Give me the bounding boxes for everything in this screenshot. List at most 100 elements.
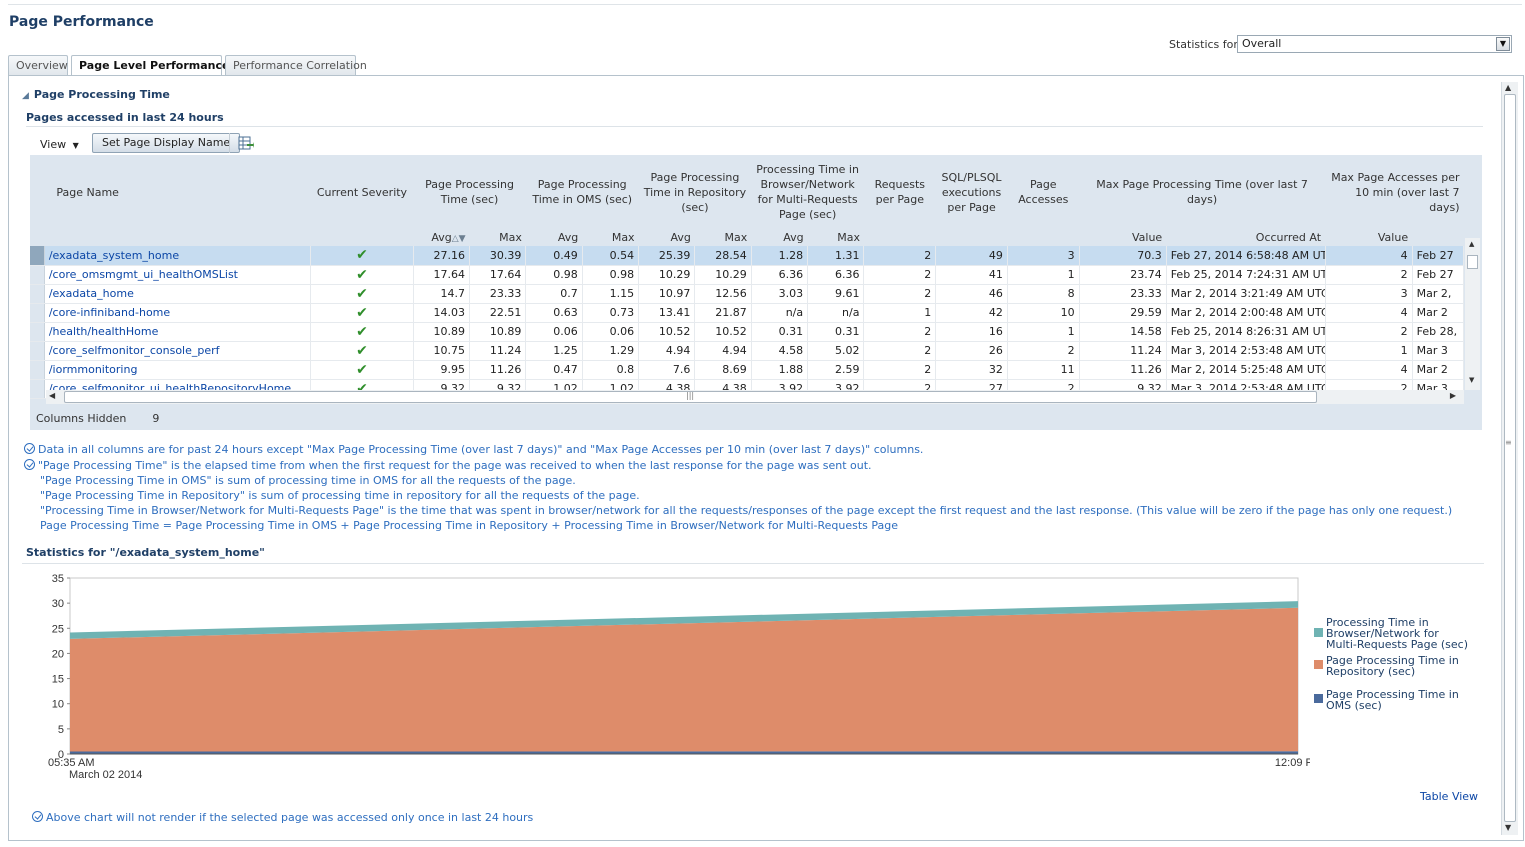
chevron-down-icon[interactable]: ▼ (1496, 37, 1510, 51)
cell-max-ppt-occurred: Feb 27, 2014 6:58:48 AM UTC (1166, 246, 1326, 266)
subheader-avg-sorted[interactable]: Avg△▼ (413, 228, 470, 246)
cell-max-ppt-occurred: Mar 2, 2014 2:00:48 AM UTC (1166, 303, 1326, 323)
y-tick-label: 35 (52, 573, 64, 585)
subheader-avg[interactable]: Avg (638, 228, 695, 246)
cell-page-name[interactable]: /exadata_home (44, 284, 312, 304)
cell-severity: ✔ (310, 322, 414, 342)
subheader-avg[interactable]: Avg (525, 228, 583, 246)
cell-page-name[interactable]: /core_selfmonitor_console_perf (44, 341, 312, 361)
cell-ppt-max: 23.33 (469, 284, 527, 304)
subheader-empty (863, 228, 936, 246)
cell-browser-max: 1.31 (807, 246, 865, 266)
row-selector[interactable] (30, 322, 45, 342)
row-selector[interactable] (30, 265, 45, 285)
cell-repo-avg: 10.97 (638, 284, 696, 304)
cell-accesses: 1 (1007, 322, 1080, 342)
scroll-up-icon[interactable]: ▲ (1505, 83, 1511, 92)
cell-page-name[interactable]: /iormmonitoring (44, 360, 312, 380)
cell-page-name[interactable]: /core-infiniband-home (44, 303, 312, 323)
cell-max-acc-occurred: Mar 2 (1412, 360, 1465, 380)
col-current-severity[interactable]: Current Severity (310, 156, 414, 228)
scroll-up-icon[interactable]: ▲ (1469, 240, 1474, 248)
cell-browser-max: n/a (807, 303, 865, 323)
statistics-for-select[interactable]: Overall ▼ (1237, 35, 1512, 53)
col-browser-network-time[interactable]: Processing Time in Browser/Network for M… (751, 156, 864, 228)
col-page-name[interactable]: Page Name (44, 156, 311, 228)
col-page-accesses[interactable]: Page Accesses (1007, 156, 1080, 228)
tab-overview[interactable]: Overview (8, 55, 68, 75)
scroll-down-icon[interactable]: ▼ (1469, 376, 1474, 384)
statistics-for-value: Overall (1242, 37, 1282, 50)
subheader-max[interactable]: Max (469, 228, 526, 246)
table-body: /exadata_system_home ✔ 27.16 30.39 0.49 0.54 2… (30, 246, 1465, 399)
cell-sql: 46 (935, 284, 1008, 304)
scroll-thumb[interactable] (1504, 94, 1516, 822)
row-selector[interactable] (30, 246, 45, 266)
status-ok-check-icon: ✔ (356, 323, 368, 340)
cell-browser-avg: 3.03 (751, 284, 809, 304)
col-page-processing-time[interactable]: Page Processing Time (sec) (413, 156, 526, 228)
table-vertical-scrollbar[interactable]: ▲ ▼ (1465, 238, 1480, 390)
table-horizontal-scrollbar[interactable]: ◀ ||| ▶ (46, 390, 1464, 404)
cell-ppt-avg: 17.64 (413, 265, 471, 285)
subheader-value[interactable]: Value (1325, 228, 1413, 246)
scroll-down-icon[interactable]: ▼ (1505, 823, 1511, 832)
row-selector[interactable] (30, 379, 45, 399)
table-row[interactable]: /core_omsmgmt_ui_healthOMSList ✔ 17.64 17.6… (30, 265, 1465, 285)
subheader-avg[interactable]: Avg (751, 228, 808, 246)
collapse-triangle-icon[interactable]: ◢ (22, 91, 29, 101)
cell-page-name[interactable]: /core_omsmgmt_ui_healthOMSList (44, 265, 312, 285)
scroll-left-icon[interactable]: ◀ (49, 391, 55, 400)
cell-max-acc-occurred: Mar 2 (1412, 303, 1465, 323)
subheader-max[interactable]: Max (807, 228, 864, 246)
col-ppt-in-oms[interactable]: Page Processing Time in OMS (sec) (525, 156, 639, 228)
subheader-max[interactable]: Max (694, 228, 752, 246)
note-item: "Processing Time in Browser/Network for … (40, 504, 1453, 517)
grip-icon: ||| (686, 391, 695, 400)
cell-page-name[interactable]: /health/healthHome (44, 322, 312, 342)
cell-page-name[interactable]: /exadata_system_home (44, 246, 312, 266)
scroll-thumb[interactable] (1467, 255, 1478, 269)
col-max-page-accesses[interactable]: Max Page Accesses per 10 min (over last … (1325, 156, 1464, 228)
export-to-excel-icon[interactable] (238, 135, 254, 151)
tab-page-level-performance[interactable]: Page Level Performance (71, 55, 229, 76)
subheader-occurred-at[interactable]: Occurred At (1166, 228, 1326, 246)
table-row[interactable]: /exadata_system_home ✔ 27.16 30.39 0.49 0.54 2… (30, 246, 1465, 266)
section-header[interactable]: ◢ Page Processing Time (22, 88, 170, 101)
row-selector[interactable] (30, 360, 45, 380)
table-row[interactable]: /exadata_home ✔ 14.7 23.33 0.7 1.15 10.97 12.56… (30, 284, 1465, 304)
top-divider (8, 4, 1522, 5)
subheader-max[interactable]: Max (582, 228, 639, 246)
col-ppt-in-repository[interactable]: Page Processing Time in Repository (sec) (638, 156, 752, 228)
cell-browser-max: 0.31 (807, 322, 865, 342)
status-ok-check-icon: ✔ (356, 285, 368, 302)
col-requests-per-page[interactable]: Requests per Page (863, 156, 936, 228)
table-row[interactable]: /core_selfmonitor_console_perf ✔ 10.75 11.2… (30, 341, 1465, 361)
cell-ppt-max: 10.89 (469, 322, 527, 342)
section-divider (26, 126, 1483, 127)
row-selector[interactable] (30, 341, 45, 361)
table-view-link[interactable]: Table View (1420, 790, 1478, 803)
legend-swatch (1314, 694, 1323, 703)
view-menu[interactable]: View ▼ (40, 138, 79, 151)
cell-max-acc-value: 2 (1325, 265, 1413, 285)
table-row[interactable]: /health/healthHome ✔ 10.89 10.89 0.06 0.06 10.… (30, 322, 1465, 342)
subheader-value[interactable]: Value (1079, 228, 1167, 246)
cell-requests: 2 (863, 322, 937, 342)
set-page-display-name-button[interactable]: Set Page Display Name (92, 133, 241, 153)
status-ok-check-icon: ✔ (356, 266, 368, 283)
cell-browser-avg: 1.88 (751, 360, 809, 380)
row-selector[interactable] (30, 303, 45, 323)
col-max-page-processing-time[interactable]: Max Page Processing Time (over last 7 da… (1079, 156, 1326, 228)
scroll-right-icon[interactable]: ▶ (1450, 391, 1456, 400)
page-vertical-scrollbar[interactable]: ▲ ≡ ▼ (1501, 82, 1518, 835)
col-sql-executions[interactable]: SQL/PLSQL executions per Page (935, 156, 1008, 228)
table-row[interactable]: /core-infiniband-home ✔ 14.03 22.51 0.63 0.73… (30, 303, 1465, 323)
table-row[interactable]: /iormmonitoring ✔ 9.95 11.26 0.47 0.8 7.6 8.69 1… (30, 360, 1465, 380)
tab-performance-correlation[interactable]: Performance Correlation (225, 55, 367, 75)
cell-browser-avg: n/a (751, 303, 809, 323)
row-selector[interactable] (30, 284, 45, 304)
cell-repo-max: 10.52 (694, 322, 752, 342)
cell-severity: ✔ (310, 303, 414, 323)
sort-descending-icon[interactable]: △▼ (452, 234, 466, 244)
